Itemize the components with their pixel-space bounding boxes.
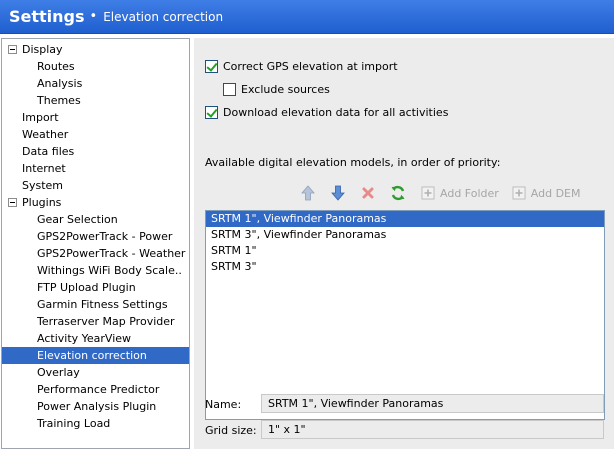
arrow-up-icon [298, 184, 318, 202]
tree-item-gps2powertrack-weather[interactable]: GPS2PowerTrack - Weather [2, 245, 189, 262]
page-title: Settings [9, 7, 85, 26]
settings-panel: Correct GPS elevation at import Exclude … [194, 38, 614, 449]
models-toolbar: Add Folder Add DEM [298, 183, 591, 203]
download-elevation-label: Download elevation data for all activiti… [223, 105, 449, 119]
tree-item-label: Import [22, 111, 59, 124]
tree-item-elevation-correction[interactable]: Elevation correction [2, 347, 189, 364]
tree-item-label: Display [22, 43, 63, 56]
tree-item-label: System [22, 179, 64, 192]
exclude-sources-checkbox[interactable] [223, 82, 236, 96]
tree-item-internet[interactable]: Internet [2, 160, 189, 177]
tree-item-activity-yearview[interactable]: Activity YearView [2, 330, 189, 347]
add-folder-icon [418, 184, 438, 202]
exclude-sources-label: Exclude sources [241, 82, 330, 96]
list-item[interactable]: SRTM 3" [206, 259, 604, 275]
refresh-button[interactable] [388, 184, 408, 202]
tree-item-label: GPS2PowerTrack - Power [37, 230, 173, 243]
tree-item-label: Internet [22, 162, 66, 175]
tree-item-label: Training Load [37, 417, 111, 430]
exclude-sources-option[interactable]: Exclude sources [223, 81, 330, 97]
tree-item-performance-predictor[interactable]: Performance Predictor [2, 381, 189, 398]
tree-item-label: Elevation correction [37, 349, 147, 362]
tree-item-label: Themes [37, 94, 81, 107]
correct-gps-checkbox[interactable] [205, 59, 218, 73]
add-folder-button[interactable]: Add Folder [418, 184, 499, 202]
tree-item-label: Gear Selection [37, 213, 118, 226]
tree-item-terraserver[interactable]: Terraserver Map Provider [2, 313, 189, 330]
tree-item-gear-selection[interactable]: Gear Selection [2, 211, 189, 228]
tree-item-label: Routes [37, 60, 75, 73]
list-item[interactable]: SRTM 1", Viewfinder Panoramas [206, 211, 604, 227]
tree-item-ftp-upload[interactable]: FTP Upload Plugin [2, 279, 189, 296]
move-up-button[interactable] [298, 184, 318, 202]
tree-item-label: Performance Predictor [37, 383, 160, 396]
tree-item-label: Terraserver Map Provider [37, 315, 175, 328]
add-dem-button[interactable]: Add DEM [509, 184, 581, 202]
tree-item-label: Overlay [37, 366, 80, 379]
correct-gps-label: Correct GPS elevation at import [223, 59, 398, 73]
tree-item-power-analysis[interactable]: Power Analysis Plugin [2, 398, 189, 415]
tree-item-label: Garmin Fitness Settings [37, 298, 168, 311]
correct-gps-option[interactable]: Correct GPS elevation at import [205, 58, 398, 74]
tree-item-garmin-fitness[interactable]: Garmin Fitness Settings [2, 296, 189, 313]
tree-item-display[interactable]: Display [2, 41, 189, 58]
remove-button[interactable] [358, 184, 378, 202]
move-down-button[interactable] [328, 184, 348, 202]
tree-item-label: Withings WiFi Body Scale.. [37, 264, 182, 277]
title-bar: Settings • Elevation correction [0, 0, 614, 34]
tree-item-weather[interactable]: Weather [2, 126, 189, 143]
tree-item-gps2powertrack-power[interactable]: GPS2PowerTrack - Power [2, 228, 189, 245]
arrow-down-icon [328, 184, 348, 202]
tree-item-import[interactable]: Import [2, 109, 189, 126]
tree-item-overlay[interactable]: Overlay [2, 364, 189, 381]
page-subtitle: Elevation correction [103, 9, 224, 24]
name-field: SRTM 1", Viewfinder Panoramas [261, 394, 604, 413]
tree-item-label: GPS2PowerTrack - Weather [37, 247, 186, 260]
tree-item-themes[interactable]: Themes [2, 92, 189, 109]
tree-item-label: Weather [22, 128, 69, 141]
title-separator: • [89, 9, 98, 24]
add-dem-label: Add DEM [530, 186, 581, 200]
tree-item-label: Data files [22, 145, 75, 158]
tree-item-system[interactable]: System [2, 177, 189, 194]
download-elevation-checkbox[interactable] [205, 105, 218, 119]
tree-item-label: Plugins [22, 196, 62, 209]
grid-size-field: 1" x 1" [261, 420, 604, 439]
list-item[interactable]: SRTM 1" [206, 243, 604, 259]
tree-item-label: Power Analysis Plugin [37, 400, 157, 413]
tree-item-label: Analysis [37, 77, 83, 90]
refresh-icon [388, 184, 408, 202]
tree-item-analysis[interactable]: Analysis [2, 75, 189, 92]
add-folder-label: Add Folder [440, 186, 499, 200]
tree-item-plugins[interactable]: Plugins [2, 194, 189, 211]
list-item[interactable]: SRTM 3", Viewfinder Panoramas [206, 227, 604, 243]
settings-tree[interactable]: Display Routes Analysis Themes Import We… [1, 38, 190, 449]
tree-item-routes[interactable]: Routes [2, 58, 189, 75]
collapse-icon[interactable] [8, 45, 17, 54]
tree-item-training-load[interactable]: Training Load [2, 415, 189, 432]
tree-item-label: FTP Upload Plugin [37, 281, 136, 294]
models-heading: Available digital elevation models, in o… [205, 156, 501, 169]
add-dem-icon [509, 184, 529, 202]
tree-item-data-files[interactable]: Data files [2, 143, 189, 160]
elevation-models-list[interactable]: SRTM 1", Viewfinder Panoramas SRTM 3", V… [205, 210, 605, 420]
delete-x-icon [358, 184, 378, 202]
tree-item-label: Activity YearView [37, 332, 132, 345]
download-elevation-option[interactable]: Download elevation data for all activiti… [205, 104, 448, 120]
tree-item-withings[interactable]: Withings WiFi Body Scale.. [2, 262, 189, 279]
name-label: Name: [205, 398, 242, 411]
collapse-icon[interactable] [8, 198, 17, 207]
grid-size-label: Grid size: [205, 424, 257, 437]
